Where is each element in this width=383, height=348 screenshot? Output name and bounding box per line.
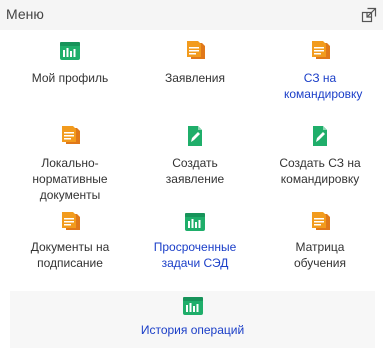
menu-item-label: Локально-нормативные документы xyxy=(32,156,108,202)
menu-item-label: История операций xyxy=(140,323,245,337)
menu-item-create-business-trip-memo[interactable]: Создать СЗ на командировку xyxy=(260,126,380,187)
documents-stack-icon xyxy=(60,212,80,232)
menu-item-label: Мой профиль xyxy=(31,71,109,85)
menu-item-label: Матрица обучения xyxy=(293,240,347,270)
menu-item-training-matrix[interactable]: Матрица обучения xyxy=(260,212,380,271)
menu-item-label: Создать СЗ на командировку xyxy=(279,156,361,186)
menu-item-create-application[interactable]: Создать заявление xyxy=(135,126,255,187)
menu-item-label: Заявления xyxy=(164,71,226,85)
edit-document-icon xyxy=(310,126,330,146)
documents-stack-icon xyxy=(60,126,80,146)
menu-item-business-trip-memo[interactable]: СЗ на командировку xyxy=(260,41,380,102)
menu-title: Меню xyxy=(6,6,44,22)
documents-stack-icon xyxy=(185,41,205,61)
menu-item-documents-to-sign[interactable]: Документы на подписание xyxy=(10,212,130,271)
documents-stack-icon xyxy=(310,41,330,61)
expand-window-icon[interactable] xyxy=(361,7,377,23)
chart-report-icon xyxy=(182,296,203,316)
chart-report-icon xyxy=(60,41,80,61)
menu-item-label: СЗ на командировку xyxy=(284,71,363,101)
menu-item-label: Просроченные задачи СЭД xyxy=(153,240,237,270)
chart-report-icon xyxy=(185,212,205,232)
menu-item-local-normative-docs[interactable]: Локально-нормативные документы xyxy=(10,126,130,203)
documents-stack-icon xyxy=(310,212,330,232)
menu-item-label: Документы на подписание xyxy=(30,240,110,270)
edit-document-icon xyxy=(185,126,205,146)
menu-item-my-profile[interactable]: Мой профиль xyxy=(10,41,130,86)
menu-item-operations-history[interactable]: История операций xyxy=(10,291,375,348)
menu-item-overdue-ecm-tasks[interactable]: Просроченные задачи СЭД xyxy=(135,212,255,271)
menu-item-applications[interactable]: Заявления xyxy=(135,41,255,86)
menu-item-label: Создать заявление xyxy=(165,156,225,186)
menu-header: Меню xyxy=(0,0,383,30)
